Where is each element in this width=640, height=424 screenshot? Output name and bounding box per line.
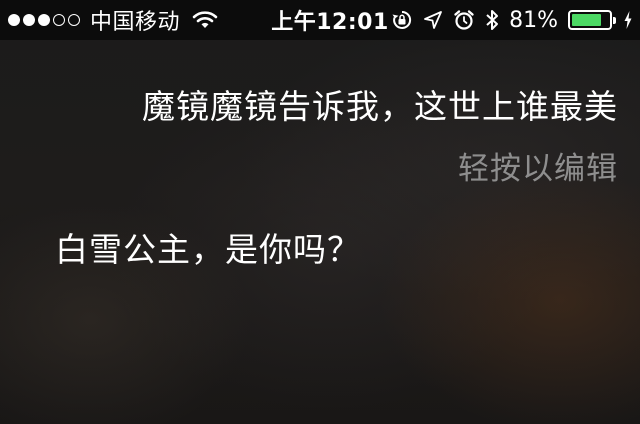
- battery-percentage: 81%: [509, 7, 558, 33]
- status-right: 81%: [391, 0, 632, 40]
- alarm-icon: [453, 9, 475, 31]
- bluetooth-icon: [485, 8, 499, 32]
- battery-icon: [568, 10, 616, 30]
- siri-response: 白雪公主，是你吗？: [55, 230, 361, 269]
- location-arrow-icon: [423, 10, 443, 30]
- charging-bolt-icon: [624, 11, 632, 29]
- battery-level-fill: [572, 14, 602, 26]
- orientation-lock-icon: [391, 9, 413, 31]
- siri-user-query[interactable]: 魔镜魔镜告诉我，这世上谁最美: [142, 80, 618, 128]
- battery-tip: [613, 17, 616, 24]
- tap-to-edit-hint[interactable]: 轻按以编辑: [458, 143, 618, 188]
- siri-screen: 中国移动 上午12:01 81% 魔镜魔镜告诉我，这世上谁最美 轻按以编辑 白雪…: [0, 0, 640, 424]
- status-bar: 中国移动 上午12:01 81%: [0, 0, 640, 40]
